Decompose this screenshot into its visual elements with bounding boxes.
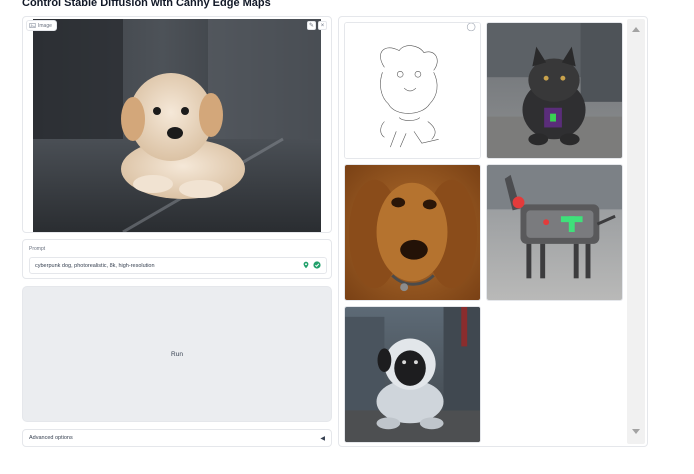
page-title: Control Stable Diffusion with Canny Edge… (22, 0, 271, 9)
canny-edge-image (345, 23, 480, 158)
image-label-text: Image (38, 22, 52, 29)
robot-dog-image (487, 165, 622, 300)
run-button[interactable]: Run (22, 286, 332, 422)
gallery-item-brown-dog-portrait[interactable] (344, 164, 481, 301)
close-icon[interactable]: × (318, 21, 327, 30)
advanced-options-accordion[interactable]: Advanced options ◀ (22, 429, 332, 447)
grammar-check-icon[interactable] (313, 261, 321, 269)
gallery-item-canny-edge-map[interactable] (344, 22, 481, 159)
gallery-item-dark-dog-render[interactable] (486, 22, 623, 159)
location-pin-icon[interactable] (302, 261, 310, 269)
prompt-input[interactable] (29, 257, 327, 274)
gallery-item-astronaut-dog[interactable] (344, 306, 481, 443)
astronaut-dog-image (345, 307, 480, 442)
prompt-panel: Prompt (22, 239, 332, 279)
advanced-options-label: Advanced options (29, 435, 73, 441)
dark-dog-image (487, 23, 622, 158)
scroll-up-icon[interactable] (632, 27, 640, 32)
caret-left-icon: ◀ (320, 435, 325, 442)
image-input-panel[interactable]: Image ✎ × (22, 16, 332, 233)
image-icon (29, 23, 36, 28)
pencil-icon[interactable]: ✎ (307, 21, 316, 30)
image-label-badge: Image (26, 20, 57, 31)
brown-dog-image (345, 165, 480, 300)
output-gallery (338, 16, 648, 447)
gallery-item-robot-dog[interactable] (486, 164, 623, 301)
scroll-down-icon[interactable] (632, 429, 640, 434)
gallery-scrollbar[interactable] (627, 19, 645, 444)
prompt-label: Prompt (29, 246, 46, 252)
input-puppy-image (33, 19, 321, 232)
